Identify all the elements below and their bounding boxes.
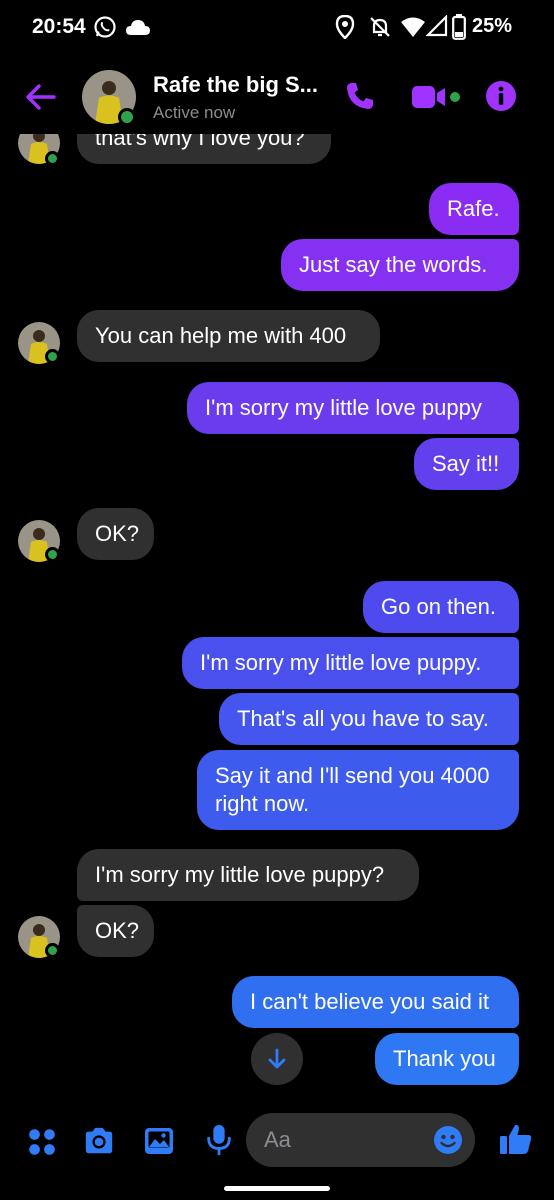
online-indicator (45, 151, 60, 166)
message-list[interactable]: that's why I love you? Rafe. Just say th… (0, 0, 554, 1200)
conversation-header: Rafe the big S... Active now (0, 58, 554, 134)
status-bar: 20:54 25% (0, 0, 554, 58)
message-bubble[interactable]: I'm sorry my little love puppy. (182, 637, 519, 689)
message-bubble[interactable]: OK? (77, 508, 154, 560)
message-bubble[interactable]: Rafe. (429, 183, 519, 235)
message-line: Say it and I'll send you 4000 right now. (215, 763, 490, 816)
message-bubble[interactable]: Go on then. (363, 581, 519, 633)
message-bubble[interactable]: Thank you (375, 1033, 519, 1085)
microphone-icon[interactable] (203, 1124, 235, 1156)
message-bubble[interactable]: That's all you have to say. (219, 693, 519, 745)
image-icon[interactable] (143, 1125, 175, 1157)
message-bubble[interactable]: I can't believe you said it (232, 976, 519, 1028)
message-bubble[interactable]: I'm sorry my little love puppy (187, 382, 519, 434)
scroll-to-bottom-button[interactable] (251, 1033, 303, 1085)
message-bubble[interactable]: OK? (77, 905, 154, 957)
message-bubble[interactable]: Say it and I'll send you 4000 right now. (197, 750, 519, 830)
signal-icon (426, 15, 448, 37)
online-indicator (118, 108, 136, 126)
message-bubble[interactable]: I'm sorry my little love puppy? (77, 849, 419, 901)
composer-bar (0, 1108, 554, 1172)
four-dots-icon[interactable] (26, 1126, 58, 1158)
online-indicator (45, 943, 60, 958)
online-indicator (45, 547, 60, 562)
thumbs-up-icon[interactable] (499, 1122, 533, 1156)
message-bubble[interactable]: Just say the words. (281, 239, 519, 291)
location-icon (335, 15, 355, 39)
online-indicator (45, 349, 60, 364)
battery-percentage: 25% (472, 15, 513, 37)
smiley-icon[interactable] (433, 1125, 463, 1155)
active-status: Active now (153, 103, 236, 122)
home-indicator[interactable] (224, 1186, 330, 1191)
status-time: 20:54 (32, 15, 86, 38)
phone-icon[interactable] (344, 80, 376, 112)
wifi-icon (401, 17, 425, 37)
camera-icon[interactable] (83, 1125, 115, 1157)
arrow-down-icon (268, 1048, 286, 1069)
video-camera-icon[interactable] (410, 82, 460, 112)
battery-icon (452, 14, 466, 40)
cloud-icon (126, 20, 150, 35)
whatsapp-icon (94, 16, 116, 38)
back-arrow-icon[interactable] (24, 80, 58, 114)
message-bubble[interactable]: You can help me with 400 (77, 310, 380, 362)
info-icon[interactable] (485, 80, 517, 112)
message-bubble[interactable]: Say it!! (414, 438, 519, 490)
contact-name[interactable]: Rafe the big S... (153, 72, 318, 98)
notifications-off-icon (370, 17, 390, 37)
